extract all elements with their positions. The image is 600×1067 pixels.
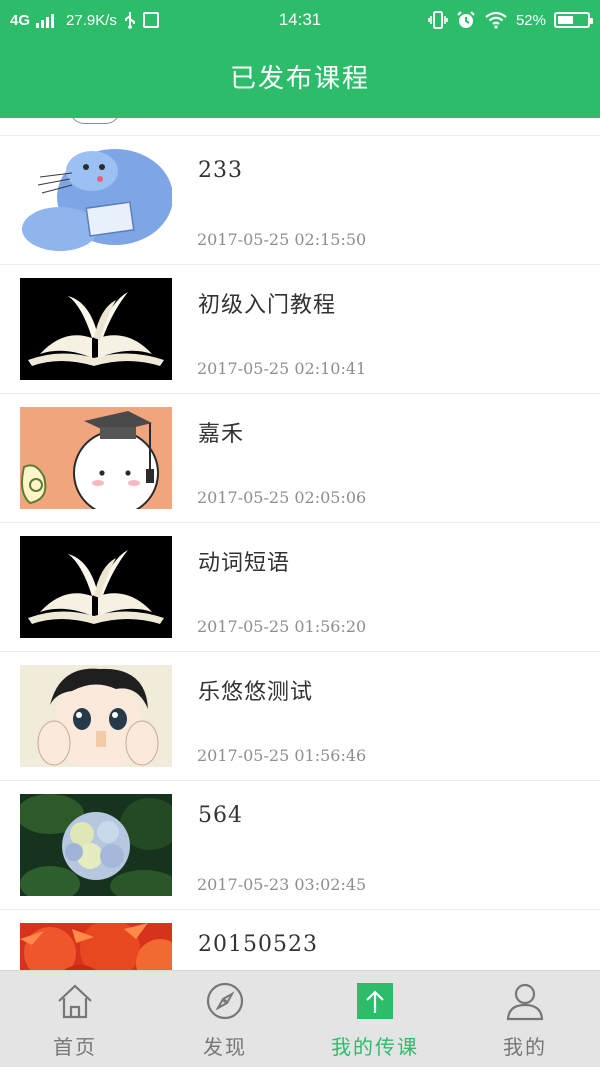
course-title: 动词短语 [198,551,291,576]
battery-percent: 52% [515,11,546,29]
course-item[interactable]: 233 2017-05-25 02:15:50 [0,136,600,265]
compass-icon [206,982,244,1020]
tab-label: 发现 [203,1035,247,1059]
home-icon [58,984,92,1019]
course-thumbnail [20,923,172,970]
course-thumbnail [20,536,172,638]
tab-my-courses[interactable]: 我的传课 [300,971,450,1067]
tab-label: 我的 [503,1035,547,1059]
course-title: 嘉禾 [198,422,245,447]
wifi-icon [485,11,507,29]
course-item[interactable]: 乐悠悠测试 2017-05-25 01:56:46 [0,652,600,781]
tab-home[interactable]: 首页 [0,971,150,1067]
app-bar: 已发布课程 [0,40,600,118]
user-icon [506,983,544,1021]
course-title: 20150523 [198,932,318,957]
course-time: 2017-05-23 03:02:45 [197,875,367,894]
alarm-icon [457,11,475,28]
course-time: 2017-05-25 01:56:46 [197,746,367,765]
course-time: 2017-05-25 01:56:20 [197,617,367,636]
course-thumbnail [20,665,172,767]
partial-thumbnail [70,118,120,124]
course-thumbnail [20,407,172,509]
course-title: 233 [198,158,243,183]
tab-label: 首页 [53,1035,97,1059]
tab-discover[interactable]: 发现 [150,971,300,1067]
course-thumbnail [20,278,172,380]
course-list[interactable]: 233 2017-05-25 02:15:50 初级入门教程 2017-05-2… [0,118,600,970]
course-time: 2017-05-25 02:10:41 [197,359,367,378]
tab-me[interactable]: 我的 [450,971,600,1067]
vibrate-icon [428,11,448,29]
list-item-partial[interactable] [0,118,600,136]
tab-label: 我的传课 [331,1035,419,1059]
battery-icon [554,12,593,28]
page-title: 已发布课程 [229,64,370,94]
course-item[interactable]: 初级入门教程 2017-05-25 02:10:41 [0,265,600,394]
course-item[interactable]: 动词短语 2017-05-25 01:56:20 [0,523,600,652]
course-title: 564 [198,803,243,828]
course-time: 2017-05-25 02:05:06 [197,488,367,507]
course-item[interactable]: 嘉禾 2017-05-25 02:05:06 [0,394,600,523]
course-item[interactable]: 564 2017-05-23 03:02:45 [0,781,600,910]
course-time: 2017-05-25 02:15:50 [197,230,367,249]
course-title: 乐悠悠测试 [198,680,314,705]
course-title: 初级入门教程 [198,293,337,318]
course-thumbnail [20,149,172,251]
bottom-tab-bar: 首页 发现 我的传课 我的 [0,970,600,1067]
upload-icon [357,983,393,1019]
course-item[interactable]: 20150523 [0,910,600,970]
course-thumbnail [20,794,172,896]
status-bar: 4G 27.9K/s 14:31 52% [0,0,600,40]
